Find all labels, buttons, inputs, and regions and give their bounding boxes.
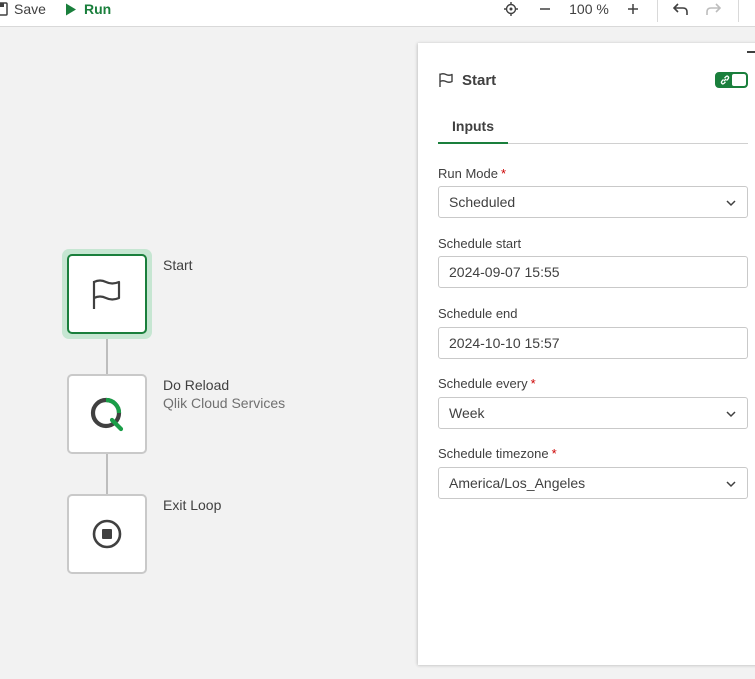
toolbar-divider <box>657 0 658 22</box>
chevron-down-icon <box>726 200 736 207</box>
schedule-every-value: Week <box>449 405 485 421</box>
flag-icon <box>92 279 121 309</box>
zoom-in-button[interactable] <box>625 0 641 18</box>
crosshair-icon <box>504 2 518 16</box>
required-marker: * <box>500 166 507 181</box>
run-mode-value: Scheduled <box>449 194 516 210</box>
exit-loop-node[interactable] <box>67 494 147 574</box>
field-label: Schedule timezone * <box>438 446 557 461</box>
schedule-start-label: Schedule start <box>438 236 522 251</box>
field-label: Schedule every * <box>438 376 536 391</box>
toolbar-divider <box>738 0 739 22</box>
undo-button[interactable] <box>672 0 690 18</box>
node-title: Do Reload <box>163 377 230 393</box>
collapse-panel-button[interactable] <box>747 51 755 53</box>
zoom-level: 100 % <box>569 1 609 17</box>
schedule-every-select[interactable]: Week <box>438 397 748 429</box>
start-node[interactable] <box>67 254 147 334</box>
schedule-every-label: Schedule every <box>438 376 528 391</box>
required-marker: * <box>530 376 536 391</box>
run-button[interactable]: Run <box>65 0 111 18</box>
panel-title: Start <box>462 72 497 89</box>
run-label: Run <box>84 1 112 17</box>
save-button[interactable]: Save <box>0 0 46 18</box>
run-mode-select[interactable]: Scheduled <box>438 186 748 218</box>
save-label: Save <box>14 1 46 17</box>
play-icon <box>66 3 76 15</box>
panel-tabs: Inputs <box>438 113 748 144</box>
chevron-down-icon <box>726 481 736 488</box>
redo-icon <box>706 3 721 15</box>
run-mode-label: Run Mode <box>438 166 498 181</box>
schedule-start-input[interactable]: 2024-09-07 15:55 <box>438 256 748 288</box>
undo-icon <box>673 3 688 15</box>
field-label: Schedule end <box>438 306 518 321</box>
field-label: Run Mode * <box>438 166 506 181</box>
zoom-out-button[interactable] <box>537 0 553 18</box>
stop-circle-icon <box>92 519 122 549</box>
node-subtitle: Qlik Cloud Services <box>163 395 286 411</box>
schedule-timezone-label: Schedule timezone <box>438 446 549 461</box>
connector-line <box>106 452 108 494</box>
connector-line <box>106 333 108 375</box>
enable-toggle[interactable] <box>715 72 748 88</box>
schedule-start-value: 2024-09-07 15:55 <box>449 264 560 280</box>
link-icon <box>720 75 730 85</box>
tab-inputs[interactable]: Inputs <box>438 113 508 144</box>
qlik-logo-icon <box>90 397 124 432</box>
chevron-down-icon <box>726 411 736 418</box>
node-title: Start <box>163 257 193 273</box>
flag-icon <box>439 73 453 87</box>
schedule-end-label: Schedule end <box>438 306 518 321</box>
node-title: Exit Loop <box>163 497 222 513</box>
schedule-end-input[interactable]: 2024-10-10 15:57 <box>438 327 748 359</box>
schedule-timezone-value: America/Los_Angeles <box>449 475 586 491</box>
redo-button[interactable] <box>704 0 722 18</box>
minus-icon <box>540 8 550 10</box>
properties-panel: Start Inputs Run Mode * Scheduled Schedul… <box>418 43 755 665</box>
plus-icon <box>628 4 638 14</box>
toolbar: Save Run 100 % <box>0 0 755 27</box>
field-label: Schedule start <box>438 236 521 251</box>
schedule-timezone-select[interactable]: America/Los_Angeles <box>438 467 748 499</box>
required-marker: * <box>551 446 557 461</box>
save-icon <box>0 2 8 16</box>
do-reload-node[interactable] <box>67 374 147 454</box>
recenter-button[interactable] <box>503 0 519 18</box>
schedule-end-value: 2024-10-10 15:57 <box>449 335 560 351</box>
toggle-knob <box>732 74 746 86</box>
